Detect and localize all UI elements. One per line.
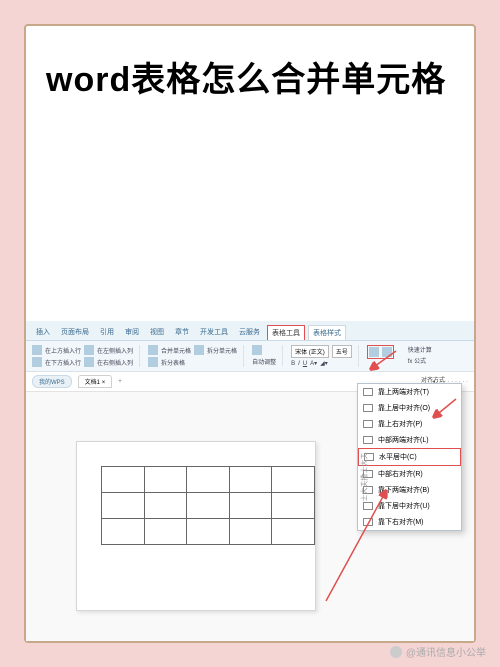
group-font: 宋体 (正文)五号 B I U A▾ ◢▾ bbox=[291, 345, 359, 367]
group-formula: 快速计算 fx 公式 bbox=[408, 345, 438, 365]
ribbon-tab[interactable]: 章节 bbox=[171, 325, 193, 340]
dropdown-item[interactable]: 靠上两端对齐(T) bbox=[358, 384, 461, 400]
credit-text: @通讯信息小公举 bbox=[406, 644, 486, 659]
btn-split-cells[interactable]: 拆分单元格 bbox=[207, 346, 237, 355]
ribbon-tab[interactable]: 开发工具 bbox=[196, 325, 232, 340]
group-align: 对齐方式 bbox=[367, 345, 400, 359]
btn-quick-calc[interactable]: 快速计算 bbox=[408, 345, 432, 354]
btn-insert-right[interactable]: 在右侧插入列 bbox=[97, 358, 133, 367]
table-cell[interactable] bbox=[187, 519, 230, 545]
word-table[interactable] bbox=[101, 466, 315, 545]
screenshot-area: 插入页面布局引用审阅视图章节开发工具云服务表格工具表格样式 在上方插入行 在左侧插… bbox=[26, 321, 474, 641]
dropdown-item-label: 靠下居中对齐(U) bbox=[378, 501, 430, 511]
btn-split-table[interactable]: 拆分表格 bbox=[161, 358, 185, 367]
table-cell[interactable] bbox=[229, 519, 272, 545]
dropdown-item[interactable]: 中部两端对齐(L) bbox=[358, 432, 461, 448]
align-option-icon bbox=[363, 404, 373, 412]
table-cell[interactable] bbox=[144, 467, 187, 493]
ribbon-toolbar: 在上方插入行 在左侧插入列 在下方插入行 在右侧插入列 合并单元格 拆分单元格 拆分表… bbox=[26, 341, 474, 372]
align-option-icon bbox=[363, 420, 373, 428]
table-cell[interactable] bbox=[144, 519, 187, 545]
table-cell[interactable] bbox=[102, 519, 145, 545]
dropdown-item[interactable]: 靠上居中对齐(O) bbox=[358, 400, 461, 416]
text-direction-icon[interactable] bbox=[382, 347, 392, 357]
side-text: 士大夫撒士大夫 bbox=[360, 453, 370, 502]
dropdown-item[interactable]: 靠下右对齐(M) bbox=[358, 514, 461, 530]
size-select[interactable]: 五号 bbox=[332, 345, 352, 358]
table-cell[interactable] bbox=[272, 519, 315, 545]
ribbon-tabs: 插入页面布局引用审阅视图章节开发工具云服务表格工具表格样式 bbox=[26, 321, 474, 341]
page-title: word表格怎么合并单元格 bbox=[46, 52, 454, 110]
highlight-icon[interactable]: ◢▾ bbox=[320, 360, 328, 367]
btn-formula[interactable]: fx 公式 bbox=[408, 356, 426, 365]
wps-tab[interactable]: 我的WPS bbox=[32, 375, 72, 388]
dropdown-item[interactable]: 水平居中(C) bbox=[358, 448, 461, 466]
table-cell[interactable] bbox=[102, 493, 145, 519]
watermark-credit: @通讯信息小公举 bbox=[390, 644, 486, 659]
dropdown-item[interactable]: 靠下居中对齐(U) bbox=[358, 498, 461, 514]
dropdown-item-label: 中部两端对齐(L) bbox=[378, 435, 429, 445]
table-cell[interactable] bbox=[272, 493, 315, 519]
btn-merge-cells[interactable]: 合并单元格 bbox=[161, 346, 191, 355]
dropdown-item-label: 靠下两端对齐(B) bbox=[378, 485, 429, 495]
ribbon-tab[interactable]: 表格工具 bbox=[267, 325, 305, 340]
ribbon-tab[interactable]: 表格样式 bbox=[308, 325, 346, 340]
ribbon-tab[interactable]: 插入 bbox=[32, 325, 54, 340]
font-color-icon[interactable]: A▾ bbox=[310, 360, 317, 367]
doc-tab[interactable]: 文档1 bbox=[85, 380, 100, 386]
btn-insert-left[interactable]: 在左侧插入列 bbox=[97, 346, 133, 355]
italic-icon[interactable]: I bbox=[298, 361, 300, 367]
dropdown-item-label: 靠下右对齐(M) bbox=[378, 517, 424, 527]
table-cell[interactable] bbox=[229, 493, 272, 519]
table-cell[interactable] bbox=[187, 467, 230, 493]
ribbon-tab[interactable]: 页面布局 bbox=[57, 325, 93, 340]
close-icon[interactable]: × bbox=[102, 380, 106, 386]
align-option-icon bbox=[363, 502, 373, 510]
dropdown-item[interactable]: 中部右对齐(R) bbox=[358, 466, 461, 482]
new-tab-icon[interactable]: + bbox=[118, 379, 122, 385]
table-cell[interactable] bbox=[229, 467, 272, 493]
dropdown-item[interactable]: 靠下两端对齐(B) bbox=[358, 482, 461, 498]
ribbon-tab[interactable]: 云服务 bbox=[235, 325, 264, 340]
font-select[interactable]: 宋体 (正文) bbox=[291, 345, 329, 358]
table-cell[interactable] bbox=[102, 467, 145, 493]
underline-icon[interactable]: U bbox=[303, 361, 307, 367]
align-button-highlight bbox=[367, 345, 394, 359]
dropdown-item-label: 中部右对齐(R) bbox=[378, 469, 423, 479]
dropdown-item-label: 靠上居中对齐(O) bbox=[378, 403, 430, 413]
document-page: 士大夫撒士大夫 bbox=[76, 441, 316, 611]
ribbon-tab[interactable]: 视图 bbox=[146, 325, 168, 340]
group-autofit: 自动调整 bbox=[252, 345, 283, 366]
table-cell[interactable] bbox=[187, 493, 230, 519]
ribbon-tab[interactable]: 引用 bbox=[96, 325, 118, 340]
btn-insert-below[interactable]: 在下方插入行 bbox=[45, 358, 81, 367]
dropdown-item[interactable]: 靠上右对齐(P) bbox=[358, 416, 461, 432]
group-insert-rows: 在上方插入行 在左侧插入列 在下方插入行 在右侧插入列 bbox=[32, 345, 140, 367]
align-icon[interactable] bbox=[369, 347, 379, 357]
btn-insert-above[interactable]: 在上方插入行 bbox=[45, 346, 81, 355]
btn-autofit[interactable]: 自动调整 bbox=[252, 357, 276, 366]
dropdown-item-label: 靠上右对齐(P) bbox=[378, 419, 422, 429]
align-option-icon bbox=[363, 388, 373, 396]
group-merge: 合并单元格 拆分单元格 拆分表格 bbox=[148, 345, 244, 367]
dropdown-item-label: 水平居中(C) bbox=[379, 452, 417, 462]
align-option-icon bbox=[363, 518, 373, 526]
dropdown-item-label: 靠上两端对齐(T) bbox=[378, 387, 429, 397]
table-cell[interactable] bbox=[144, 493, 187, 519]
bold-icon[interactable]: B bbox=[291, 361, 295, 367]
align-option-icon bbox=[363, 436, 373, 444]
font-style-row: B I U A▾ ◢▾ bbox=[291, 360, 352, 367]
avatar-icon bbox=[390, 646, 402, 658]
ribbon-tab[interactable]: 审阅 bbox=[121, 325, 143, 340]
table-cell[interactable] bbox=[272, 467, 315, 493]
align-dropdown: 靠上两端对齐(T) 靠上居中对齐(O) 靠上右对齐(P) 中部两端对齐(L) 水平居中(… bbox=[357, 383, 462, 531]
